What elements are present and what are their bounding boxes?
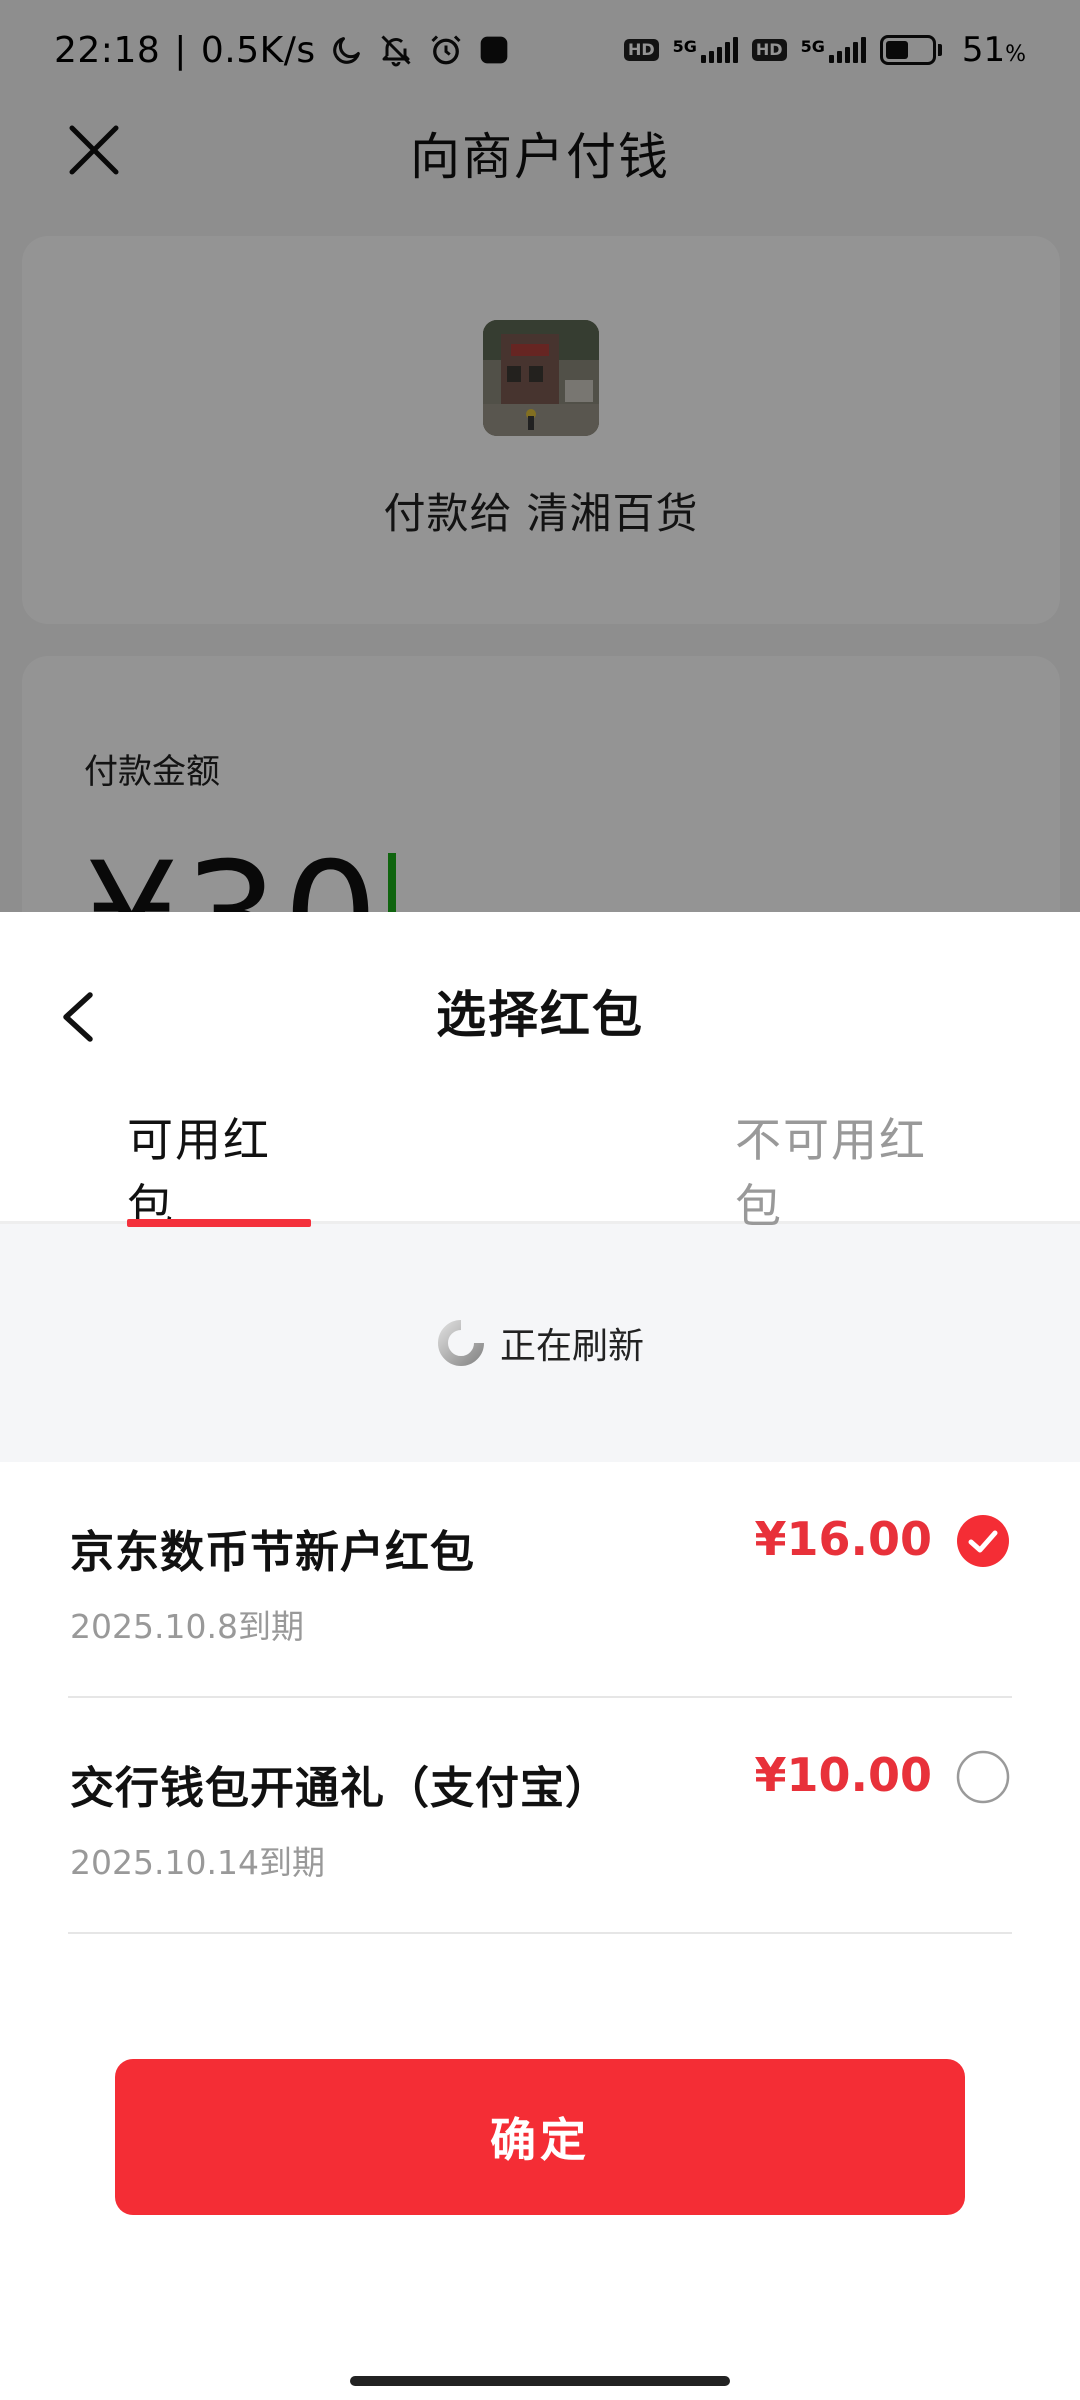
packet-amount: ¥16.00 (754, 1512, 932, 1566)
list-item[interactable]: 京东数币节新户红包 2025.10.8到期 ¥16.00 (68, 1462, 1012, 1698)
packet-name: 交行钱包开通礼（支付宝） (70, 1763, 610, 1814)
packet-name: 京东数币节新户红包 (70, 1527, 475, 1578)
refresh-text: 正在刷新 (499, 1326, 644, 1367)
packet-list: 京东数币节新户红包 2025.10.8到期 ¥16.00 交行钱包开通礼（支付宝… (0, 1462, 1080, 1934)
tab-unavailable-label: 不可用红包 (735, 1113, 927, 1233)
home-indicator[interactable] (350, 2376, 730, 2386)
unchecked-circle-icon[interactable] (956, 1750, 1010, 1804)
back-button[interactable] (48, 982, 108, 1052)
payment-screen: 22:18 | 0.5K/s HD 5G HD 5G 51% 向商户付钱 付款给… (0, 0, 1080, 2400)
list-item[interactable]: 交行钱包开通礼（支付宝） 2025.10.14到期 ¥10.00 (68, 1698, 1012, 1934)
packet-expiry: 2025.10.8到期 (70, 1607, 304, 1646)
packet-amount: ¥10.00 (754, 1748, 932, 1802)
tab-available[interactable]: 可用红包 (127, 1072, 311, 1233)
packet-expiry: 2025.10.14到期 (70, 1843, 325, 1882)
loading-spinner-icon (436, 1318, 486, 1368)
refresh-indicator: 正在刷新 (0, 1224, 1080, 1462)
checked-circle-icon[interactable] (956, 1514, 1010, 1568)
sheet-header: 选择红包 (0, 912, 1080, 1072)
red-packet-sheet: 选择红包 可用红包 不可用红包 正在刷新 京东数币节新户红包 2025.10.8… (0, 912, 1080, 2400)
tab-unavailable[interactable]: 不可用红包 (735, 1072, 965, 1233)
tab-active-indicator (127, 1219, 311, 1227)
chevron-left-icon[interactable] (58, 989, 98, 1045)
confirm-button[interactable]: 确定 (115, 2059, 965, 2215)
sheet-title: 选择红包 (436, 986, 644, 1044)
tab-available-label: 可用红包 (127, 1113, 271, 1233)
packet-tabs: 可用红包 不可用红包 (0, 1072, 1080, 1233)
